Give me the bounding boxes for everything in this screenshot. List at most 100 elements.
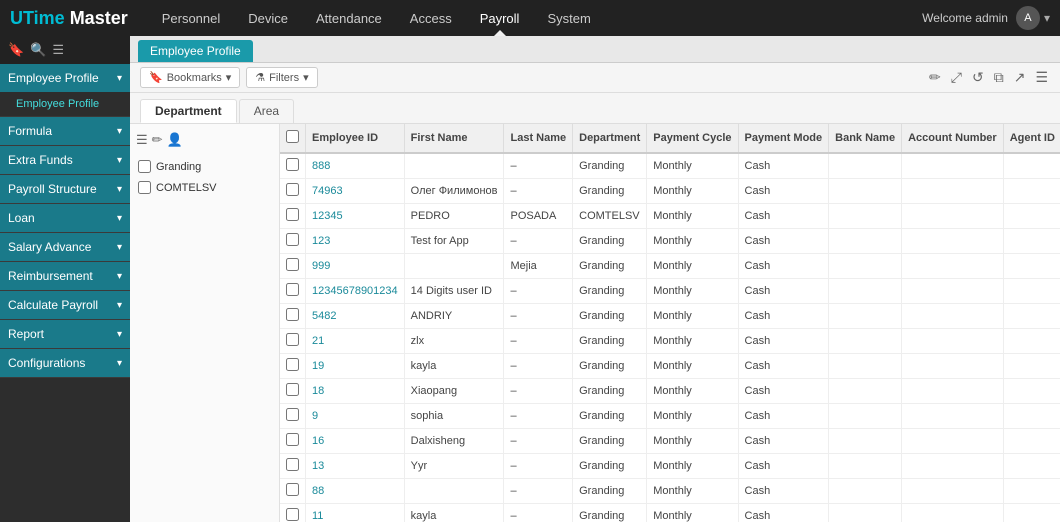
nav-item-payroll[interactable]: Payroll: [466, 0, 534, 36]
nav-item-attendance[interactable]: Attendance: [302, 0, 396, 36]
edit-dept-icon[interactable]: ✏: [152, 132, 163, 148]
sidebar-section-6[interactable]: Reimbursement▾: [0, 262, 130, 290]
list-icon[interactable]: ☰: [136, 132, 148, 148]
employee-id-link[interactable]: 18: [312, 385, 324, 397]
user-avatar[interactable]: A: [1016, 6, 1040, 30]
dept-label-granding: Granding: [156, 161, 201, 173]
row-agent-id: [1003, 479, 1060, 504]
col-checkbox: [280, 124, 306, 153]
bookmarks-button[interactable]: 🔖 Bookmarks ▾: [140, 67, 240, 88]
row-checkbox-10[interactable]: [286, 408, 299, 421]
row-checkbox-0[interactable]: [286, 158, 299, 171]
logo-part1: UTime: [10, 8, 65, 28]
row-payment-cycle: Monthly: [647, 329, 738, 354]
row-checkbox-8[interactable]: [286, 358, 299, 371]
dept-checkbox-granding[interactable]: [138, 160, 151, 173]
row-payment-cycle: Monthly: [647, 229, 738, 254]
nav-items: PersonnelDeviceAttendanceAccessPayrollSy…: [148, 0, 922, 36]
employee-id-link[interactable]: 9: [312, 410, 318, 422]
tab-employee-profile[interactable]: Employee Profile: [138, 40, 253, 62]
sidebar-section-3[interactable]: Payroll Structure▾: [0, 175, 130, 203]
row-checkbox-1[interactable]: [286, 183, 299, 196]
filters-arrow: ▾: [303, 71, 309, 84]
sidebar-section-7[interactable]: Calculate Payroll▾: [0, 291, 130, 319]
employee-id-link[interactable]: 16: [312, 435, 324, 447]
sidebar-section-4[interactable]: Loan▾: [0, 204, 130, 232]
dept-item-granding[interactable]: Granding: [136, 156, 273, 177]
row-checkbox-2[interactable]: [286, 208, 299, 221]
row-bank-name: [829, 354, 902, 379]
row-account-number: [902, 354, 1004, 379]
dept-checkbox-comtelsv[interactable]: [138, 181, 151, 194]
col-bank-name: Bank Name: [829, 124, 902, 153]
row-payment-mode: Cash: [738, 229, 829, 254]
row-payment-mode: Cash: [738, 304, 829, 329]
employee-id-link[interactable]: 11: [312, 510, 323, 522]
row-checkbox-13[interactable]: [286, 483, 299, 496]
employee-id-link[interactable]: 12345678901234: [312, 285, 398, 297]
edit-icon[interactable]: ✏: [927, 67, 943, 88]
sub-tab-area[interactable]: Area: [239, 99, 294, 123]
employee-id-link[interactable]: 13: [312, 460, 324, 472]
row-bank-name: [829, 179, 902, 204]
filters-button[interactable]: ⚗ Filters ▾: [246, 67, 317, 88]
employee-id-link[interactable]: 19: [312, 360, 324, 372]
nav-item-personnel[interactable]: Personnel: [148, 0, 235, 36]
col-last-name: Last Name: [504, 124, 573, 153]
more-icon[interactable]: ☰: [1033, 67, 1050, 88]
sidebar-section-8[interactable]: Report▾: [0, 320, 130, 348]
sidebar-section-5[interactable]: Salary Advance▾: [0, 233, 130, 261]
employee-id-link[interactable]: 74963: [312, 185, 343, 197]
row-checkbox-9[interactable]: [286, 383, 299, 396]
search-icon[interactable]: 🔍: [30, 42, 46, 58]
row-last-name: Mejia: [504, 254, 573, 279]
row-payment-cycle: Monthly: [647, 304, 738, 329]
row-checkbox-5[interactable]: [286, 283, 299, 296]
row-checkbox-14[interactable]: [286, 508, 299, 521]
employee-id-link[interactable]: 999: [312, 260, 330, 272]
user-dropdown-icon[interactable]: ▾: [1044, 11, 1050, 25]
row-checkbox-4[interactable]: [286, 258, 299, 271]
row-checkbox-cell: [280, 304, 306, 329]
expand-icon[interactable]: ⤢: [949, 67, 964, 88]
filter-icon: ⚗: [255, 71, 265, 84]
row-first-name: Test for App: [404, 229, 504, 254]
row-employee-id: 21: [306, 329, 405, 354]
employee-id-link[interactable]: 123: [312, 235, 330, 247]
row-checkbox-3[interactable]: [286, 233, 299, 246]
employee-id-link[interactable]: 12345: [312, 210, 343, 222]
share-icon[interactable]: ↗: [1012, 67, 1028, 88]
sidebar-section-9[interactable]: Configurations▾: [0, 349, 130, 377]
sidebar-section-2[interactable]: Extra Funds▾: [0, 146, 130, 174]
bookmark-icon[interactable]: 🔖: [8, 42, 24, 58]
dept-item-comtelsv[interactable]: COMTELSV: [136, 177, 273, 198]
sub-tab-department[interactable]: Department: [140, 99, 237, 123]
top-navbar: UTime Master PersonnelDeviceAttendanceAc…: [0, 0, 1060, 36]
nav-item-device[interactable]: Device: [234, 0, 302, 36]
employee-id-link[interactable]: 888: [312, 160, 330, 172]
employee-id-link[interactable]: 21: [312, 335, 324, 347]
copy-icon[interactable]: ⧉: [992, 67, 1006, 88]
table-row: 19 kayla – Granding Monthly Cash ✎: [280, 354, 1060, 379]
row-bank-name: [829, 504, 902, 522]
row-agent-id: [1003, 229, 1060, 254]
refresh-icon[interactable]: ↺: [970, 67, 986, 88]
col-first-name: First Name: [404, 124, 504, 153]
row-checkbox-6[interactable]: [286, 308, 299, 321]
row-checkbox-7[interactable]: [286, 333, 299, 346]
sidebar-section-0[interactable]: Employee Profile▾: [0, 64, 130, 92]
row-checkbox-11[interactable]: [286, 433, 299, 446]
employee-id-link[interactable]: 5482: [312, 310, 336, 322]
row-account-number: [902, 454, 1004, 479]
sidebar-section-arrow: ▾: [117, 242, 122, 253]
sidebar-item-employee-profile[interactable]: Employee Profile: [0, 92, 130, 116]
select-all-checkbox[interactable]: [286, 130, 299, 143]
nav-item-system[interactable]: System: [533, 0, 604, 36]
nav-item-access[interactable]: Access: [396, 0, 466, 36]
row-checkbox-12[interactable]: [286, 458, 299, 471]
employee-id-link[interactable]: 88: [312, 485, 324, 497]
add-dept-icon[interactable]: 👤: [167, 132, 183, 148]
sidebar-section-1[interactable]: Formula▾: [0, 117, 130, 145]
sidebar-section-arrow: ▾: [117, 213, 122, 224]
menu-icon[interactable]: ☰: [52, 42, 64, 58]
